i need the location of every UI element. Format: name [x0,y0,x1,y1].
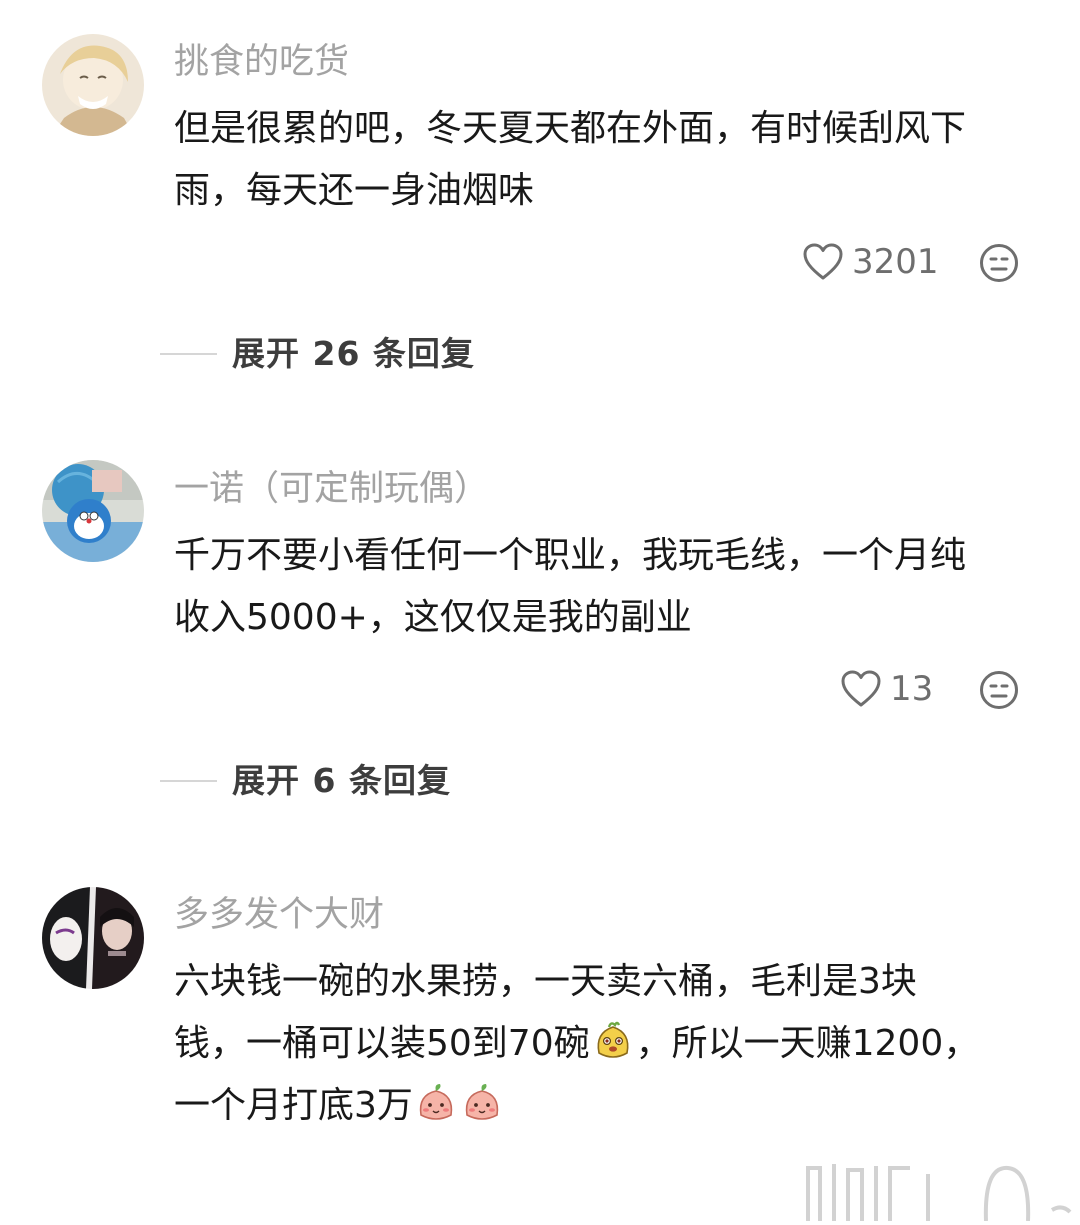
avatar[interactable] [42,887,144,989]
comment-text-line: 一个月打底3万 [174,1085,413,1126]
comment-text-line: 钱，一桶可以装50到70碗 [174,1023,590,1064]
comment-text-line: ，所以一天赚1200， [635,1023,980,1064]
yellow-blob-sticker-icon [591,1019,635,1063]
watermark-fragment [800,1160,1080,1222]
pink-peach-sticker-icon [414,1081,458,1125]
username[interactable]: 多多发个大财 [174,898,384,933]
comment-text: 六块钱一碗的水果捞，一天卖六桶，毛利是3块 钱，一桶可以装50到70碗 ，所以一… [174,951,1054,1137]
pink-peach-sticker-icon [460,1081,504,1125]
comment-item: 多多发个大财 六块钱一碗的水果捞，一天卖六桶，毛利是3块 钱，一桶可以装50到7… [0,0,1080,1221]
comment-text-line: 六块钱一碗的水果捞，一天卖六桶，毛利是3块 [174,961,917,1002]
